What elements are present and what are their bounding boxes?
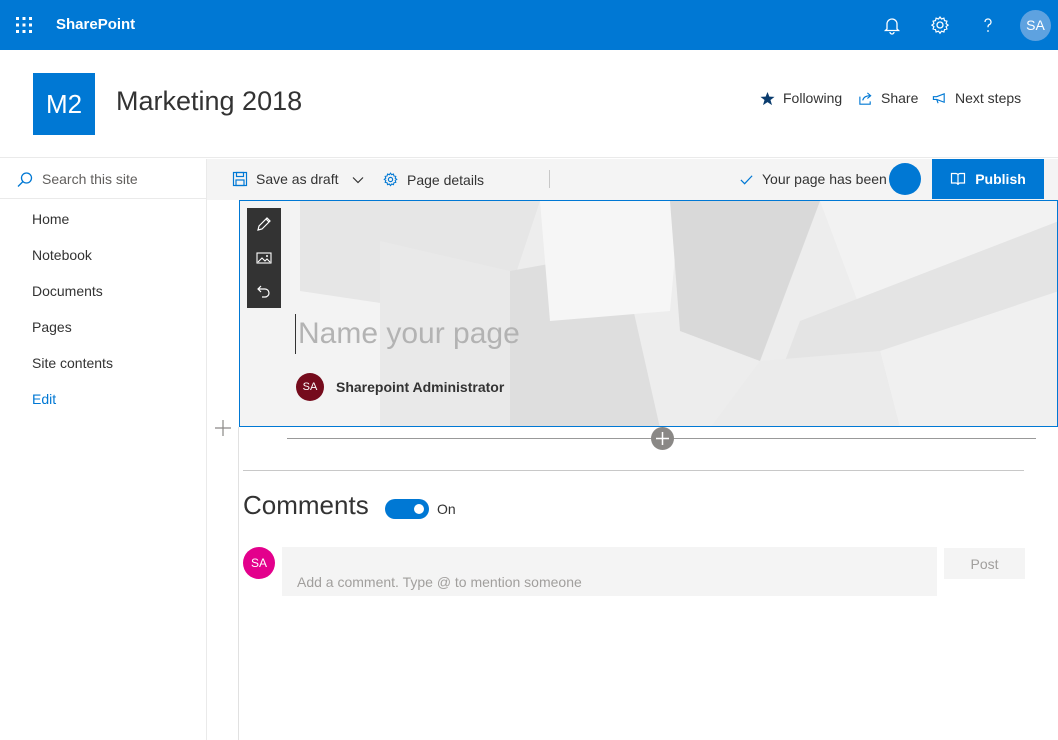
change-image-icon[interactable] bbox=[254, 248, 274, 268]
share-button[interactable]: Share bbox=[858, 90, 918, 106]
share-label: Share bbox=[881, 90, 919, 106]
help-icon[interactable] bbox=[976, 13, 1000, 37]
edit-pencil-icon[interactable] bbox=[254, 214, 274, 234]
comment-user-avatar: SA bbox=[243, 547, 275, 579]
command-bar: Save as draft Page details Your page has… bbox=[207, 159, 1058, 200]
save-status-text: Your page has been s bbox=[762, 171, 898, 187]
nav-item-notebook[interactable]: Notebook bbox=[32, 247, 92, 263]
undo-icon[interactable] bbox=[254, 281, 274, 301]
publish-label: Publish bbox=[975, 171, 1026, 187]
site-title[interactable]: Marketing 2018 bbox=[116, 86, 302, 117]
nav-item-site-contents[interactable]: Site contents bbox=[32, 355, 113, 371]
author-name: Sharepoint Administrator bbox=[336, 379, 505, 395]
user-avatar[interactable]: SA bbox=[1020, 10, 1051, 41]
bell-icon[interactable] bbox=[880, 13, 904, 37]
nav-item-home[interactable]: Home bbox=[32, 211, 69, 227]
left-navigation: Home Notebook Documents Pages Site conte… bbox=[0, 159, 207, 740]
comments-toggle-label: On bbox=[437, 501, 456, 517]
nav-item-documents[interactable]: Documents bbox=[32, 283, 103, 299]
waffle-icon[interactable] bbox=[12, 13, 36, 37]
site-search bbox=[0, 159, 206, 199]
site-header: M2 Marketing 2018 Following Share Next s… bbox=[0, 50, 1058, 158]
nav-edit-link[interactable]: Edit bbox=[32, 391, 56, 407]
comments-divider bbox=[243, 470, 1024, 471]
book-icon bbox=[950, 171, 975, 187]
chevron-down-icon[interactable] bbox=[351, 173, 373, 187]
author-avatar: SA bbox=[296, 373, 324, 401]
following-button[interactable]: Following bbox=[760, 90, 842, 106]
save-status: Your page has been s bbox=[739, 171, 898, 187]
save-icon bbox=[232, 171, 256, 187]
save-as-draft-button[interactable]: Save as draft bbox=[232, 171, 339, 187]
comment-input[interactable] bbox=[297, 573, 917, 591]
command-divider bbox=[549, 170, 550, 188]
gear-icon[interactable] bbox=[928, 13, 952, 37]
section-boundary bbox=[239, 426, 1058, 427]
share-icon bbox=[858, 91, 881, 106]
app-name[interactable]: SharePoint bbox=[56, 16, 135, 33]
add-section-icon[interactable] bbox=[213, 418, 233, 438]
megaphone-icon bbox=[932, 91, 955, 106]
teaching-bubble-beak bbox=[889, 163, 921, 195]
save-as-draft-label: Save as draft bbox=[256, 171, 339, 187]
post-button[interactable]: Post bbox=[944, 548, 1025, 579]
page-details-label: Page details bbox=[407, 171, 485, 188]
following-label: Following bbox=[783, 90, 843, 106]
page-title-input[interactable]: Name your page bbox=[295, 314, 995, 354]
image-toolbar bbox=[247, 208, 281, 308]
comments-toggle[interactable] bbox=[385, 499, 429, 519]
add-webpart-icon[interactable] bbox=[651, 427, 674, 450]
publish-button[interactable]: Publish bbox=[932, 159, 1044, 199]
comments-heading: Comments bbox=[243, 490, 369, 520]
next-steps-button[interactable]: Next steps bbox=[932, 90, 1021, 106]
canvas-border bbox=[238, 427, 239, 740]
site-logo[interactable]: M2 bbox=[33, 73, 95, 135]
toggle-knob bbox=[414, 504, 424, 514]
next-steps-label: Next steps bbox=[955, 90, 1022, 106]
suite-bar: SharePoint SA bbox=[0, 0, 1058, 50]
nav-item-pages[interactable]: Pages bbox=[32, 319, 72, 335]
page-details-button[interactable]: Page details bbox=[382, 171, 484, 188]
star-icon bbox=[760, 91, 783, 106]
gear-icon bbox=[382, 171, 407, 188]
search-input[interactable] bbox=[42, 168, 192, 190]
checkmark-icon bbox=[739, 172, 762, 187]
comment-box[interactable] bbox=[282, 547, 937, 596]
